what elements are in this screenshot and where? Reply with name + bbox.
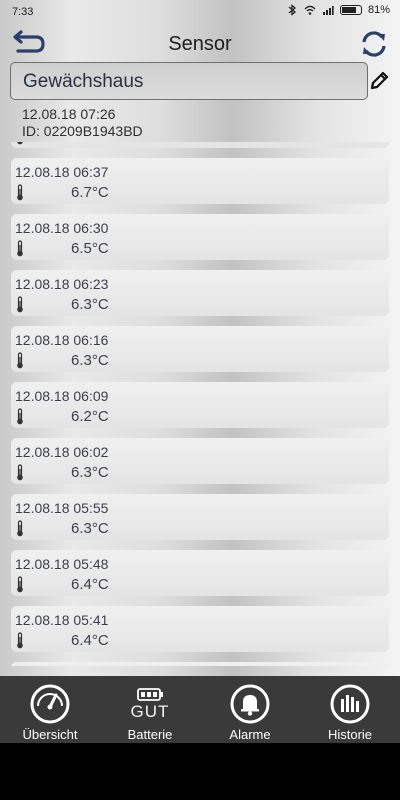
thermometer-icon bbox=[17, 352, 23, 369]
reading-datetime: 12.08.18 06:09 bbox=[15, 388, 109, 404]
bell-icon bbox=[230, 684, 270, 724]
thermometer-icon bbox=[17, 142, 23, 145]
speedometer-icon bbox=[30, 684, 70, 724]
reading-value: 6.3°C bbox=[71, 464, 109, 481]
reading-value: 6.5°C bbox=[71, 240, 109, 257]
reading-datetime: 12.08.18 06:37 bbox=[15, 164, 109, 180]
reading-value: 6.4°C bbox=[71, 576, 109, 593]
reading-item: 12.08.18 06:23 6.3°C bbox=[11, 270, 389, 316]
status-bar: 7:33 81% bbox=[0, 0, 400, 24]
pencil-icon[interactable] bbox=[368, 70, 390, 92]
thermometer-icon bbox=[17, 576, 23, 593]
app-header: Sensor bbox=[0, 24, 400, 64]
page-title: Sensor bbox=[168, 33, 232, 55]
bottom-navigation: Übersicht GUT Batterie Alarme Historie bbox=[0, 676, 400, 743]
reading-datetime: 12.08.18 06:16 bbox=[15, 332, 109, 348]
nav-overview[interactable]: Übersicht bbox=[0, 676, 100, 743]
readings-list-content: 12.08.18 06:4412.08.18 06:376.7°C12.08.1… bbox=[0, 142, 400, 666]
reading-value: 6.4°C bbox=[71, 632, 109, 649]
nav-battery[interactable]: GUT Batterie bbox=[100, 676, 200, 743]
reading-value: 6.2°C bbox=[71, 408, 109, 425]
reading-item: 12.08.18 06:37 6.7°C bbox=[11, 158, 389, 204]
nav-history[interactable]: Historie bbox=[300, 676, 400, 743]
battery-percent: 81% bbox=[367, 4, 390, 16]
thermometer-icon bbox=[17, 632, 23, 649]
thermometer-icon bbox=[17, 240, 23, 257]
nav-battery-label: Batterie bbox=[127, 727, 173, 742]
reading-item: 12.08.18 06:16 6.3°C bbox=[11, 326, 389, 372]
reading-datetime: 12.08.18 06:23 bbox=[15, 276, 109, 292]
reading-datetime: 12.08.18 05:48 bbox=[15, 556, 109, 572]
refresh-icon[interactable] bbox=[358, 28, 390, 60]
bluetooth-icon bbox=[288, 4, 296, 16]
reading-item: 12.08.18 06:44 bbox=[11, 142, 389, 148]
reading-value: 6.3°C bbox=[71, 296, 109, 313]
readings-list[interactable]: 12.08.18 06:4412.08.18 06:376.7°C12.08.1… bbox=[0, 142, 400, 666]
nav-alarms[interactable]: Alarme bbox=[200, 676, 300, 743]
last-reading-time: 12.08.18 07:26 bbox=[22, 106, 116, 122]
wifi-icon bbox=[304, 5, 316, 15]
sensor-id: ID: 02209B1943BD bbox=[22, 123, 143, 139]
reading-value: 6.3°C bbox=[71, 520, 109, 537]
reading-item: 12.08.18 05:48 6.4°C bbox=[11, 550, 389, 596]
reading-datetime: 12.08.18 05:41 bbox=[15, 612, 109, 628]
reading-datetime: 12.08.18 06:02 bbox=[15, 444, 109, 460]
sensor-name-field[interactable]: Gewächshaus bbox=[10, 62, 368, 100]
reading-value: 6.3°C bbox=[71, 352, 109, 369]
reading-value: 6.7°C bbox=[71, 184, 109, 201]
status-time: 7:33 bbox=[12, 6, 34, 18]
reading-item: 12.08.18 06:02 6.3°C bbox=[11, 438, 389, 484]
thermometer-icon bbox=[17, 184, 23, 201]
status-icons: 81% bbox=[286, 4, 390, 16]
thermometer-icon bbox=[17, 464, 23, 481]
nav-alarms-label: Alarme bbox=[229, 727, 271, 742]
reading-item: 12.08.18 05:55 6.3°C bbox=[11, 494, 389, 540]
thermometer-icon bbox=[17, 520, 23, 537]
reading-item: 12.08.18 05:41 6.4°C bbox=[11, 606, 389, 652]
battery-status-text: GUT bbox=[130, 702, 170, 721]
battery-icon bbox=[339, 5, 362, 15]
thermometer-icon bbox=[17, 408, 23, 425]
signal-icon bbox=[322, 6, 334, 15]
sensor-meta: 12.08.18 07:26 ID: 02209B1943BD bbox=[22, 106, 143, 140]
history-chart-icon bbox=[330, 684, 370, 724]
reading-datetime: 12.08.18 05:55 bbox=[15, 500, 109, 516]
reading-item bbox=[11, 662, 389, 666]
reading-item: 12.08.18 06:30 6.5°C bbox=[11, 214, 389, 260]
nav-overview-label: Übersicht bbox=[22, 727, 78, 742]
app-screen: 7:33 81% Sensor Gewächshaus 12.08.18 07:… bbox=[0, 0, 400, 743]
reading-datetime: 12.08.18 06:30 bbox=[15, 220, 109, 236]
reading-item: 12.08.18 06:09 6.2°C bbox=[11, 382, 389, 428]
thermometer-icon bbox=[17, 296, 23, 313]
nav-history-label: Historie bbox=[327, 727, 373, 742]
